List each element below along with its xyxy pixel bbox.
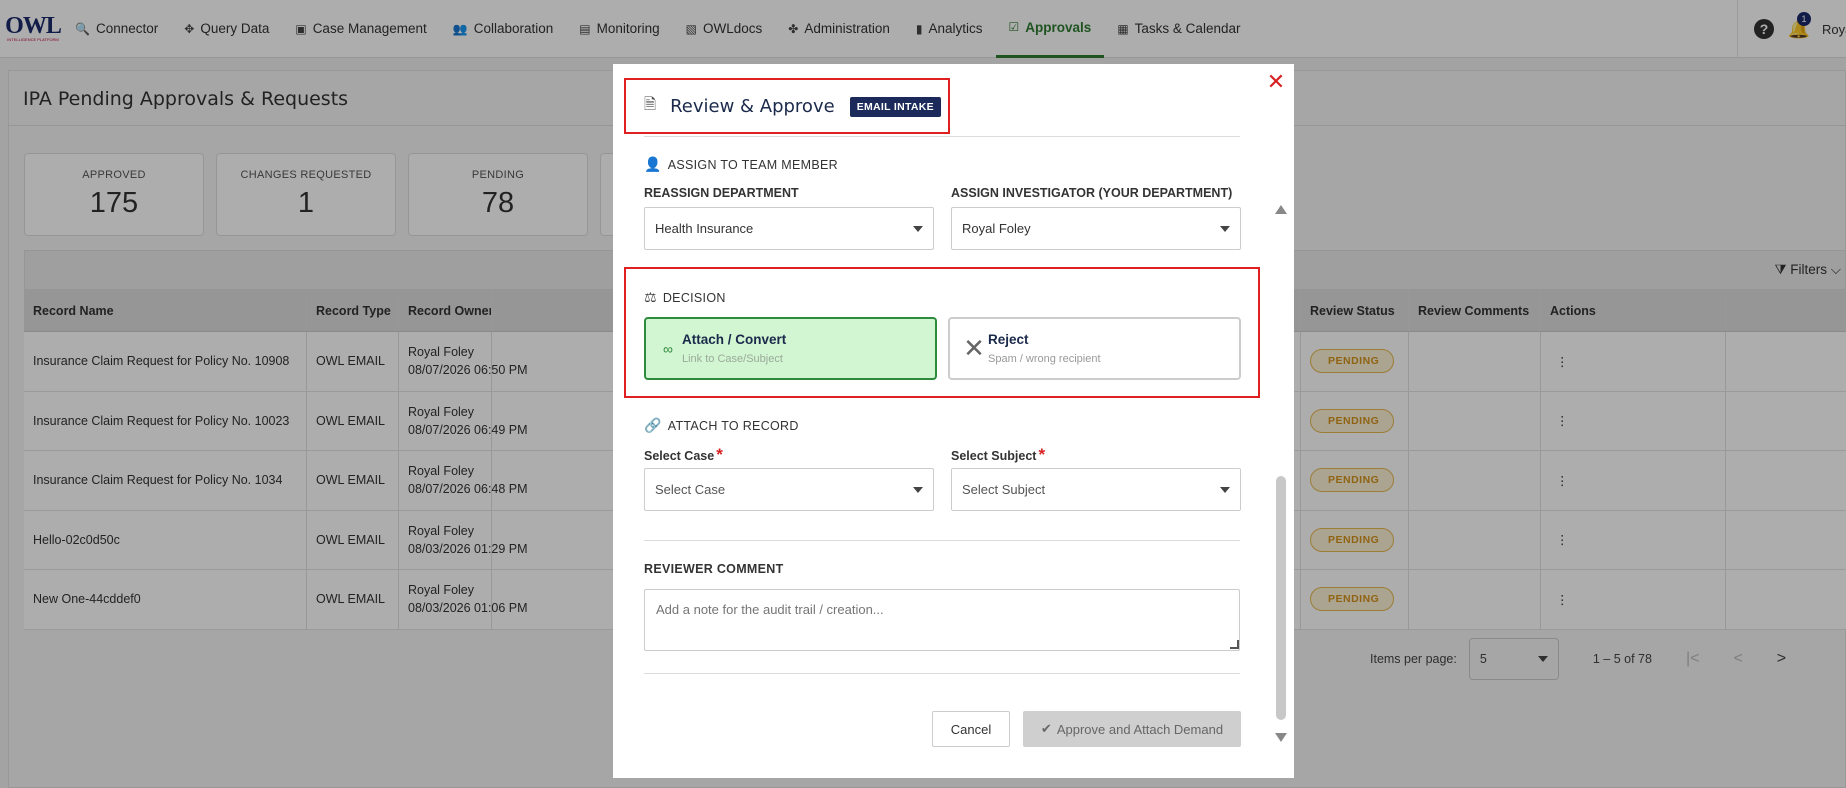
button-label: Approve and Attach Demand [1056, 721, 1224, 737]
decision-section-header: ⚖ DECISION [644, 289, 726, 306]
required-marker: * [716, 445, 723, 464]
scrollbar-thumb[interactable] [1276, 476, 1286, 720]
reviewer-comment-input[interactable] [644, 589, 1240, 651]
label-text: Select Case [644, 449, 715, 463]
attach-section-header: 🔗 ATTACH TO RECORD [644, 417, 799, 434]
select-case-label: Select Case * [644, 445, 723, 465]
reviewer-comment-label: REVIEWER COMMENT [644, 562, 784, 576]
select-subject-dropdown[interactable]: Select Subject [951, 468, 1241, 511]
required-marker: * [1038, 445, 1046, 464]
select-value: Royal Foley [962, 221, 1031, 236]
resize-handle-icon[interactable] [1230, 640, 1239, 649]
chevron-down-icon [913, 225, 923, 232]
review-approve-dialog: ✕ 🗎 Review & Approve EMAIL INTAKE 👤 ASSI… [613, 64, 1294, 778]
scroll-up-icon[interactable] [1275, 205, 1287, 214]
decision-reject[interactable]: ✕ Reject Spam / wrong recipient [948, 317, 1241, 380]
divider [644, 136, 1240, 137]
link-icon: ∞ [663, 340, 673, 357]
cancel-button[interactable]: Cancel [932, 711, 1010, 747]
x-icon: ✕ [963, 333, 985, 363]
assign-section-header: 👤 ASSIGN TO TEAM MEMBER [644, 156, 838, 173]
divider [644, 540, 1240, 541]
divider [644, 673, 1240, 674]
assign-investigator-select[interactable]: Royal Foley [951, 207, 1241, 250]
select-placeholder: Select Case [655, 482, 726, 497]
dialog-header: 🗎 Review & Approve EMAIL INTAKE [644, 94, 941, 119]
option-subtitle: Link to Case/Subject [682, 353, 783, 365]
link-icon: 🔗 [644, 417, 662, 433]
document-icon: 🗎 [644, 96, 657, 113]
decision-attach-convert[interactable]: ∞ Attach / Convert Link to Case/Subject [644, 317, 937, 380]
option-title: Attach / Convert [682, 332, 787, 347]
section-title: ASSIGN TO TEAM MEMBER [667, 157, 838, 172]
intake-type-badge: EMAIL INTAKE [849, 96, 941, 117]
decision-icon: ⚖ [644, 289, 657, 305]
approve-attach-button[interactable]: ✔ Approve and Attach Demand [1023, 711, 1241, 747]
user-icon: 👤 [644, 156, 662, 172]
section-title: DECISION [662, 290, 726, 305]
section-title: ATTACH TO RECORD [667, 418, 799, 433]
select-placeholder: Select Subject [962, 482, 1046, 497]
close-icon[interactable]: ✕ [1266, 71, 1286, 93]
reassign-department-select[interactable]: Health Insurance [644, 207, 934, 250]
option-subtitle: Spam / wrong recipient [988, 353, 1101, 365]
select-case-dropdown[interactable]: Select Case [644, 468, 934, 511]
select-value: Health Insurance [655, 221, 754, 236]
label-text: Select Subject [951, 449, 1037, 463]
reassign-department-label: REASSIGN DEPARTMENT [644, 186, 799, 200]
chevron-down-icon [1220, 486, 1230, 493]
chevron-down-icon [913, 486, 923, 493]
assign-investigator-label: ASSIGN INVESTIGATOR (YOUR DEPARTMENT) [951, 186, 1233, 200]
dialog-title: Review & Approve [670, 96, 835, 117]
select-subject-label: Select Subject * [951, 445, 1045, 465]
chevron-down-icon [1220, 225, 1230, 232]
option-title: Reject [988, 332, 1029, 347]
scroll-down-icon[interactable] [1275, 733, 1287, 742]
check-icon: ✔ [1040, 721, 1052, 736]
